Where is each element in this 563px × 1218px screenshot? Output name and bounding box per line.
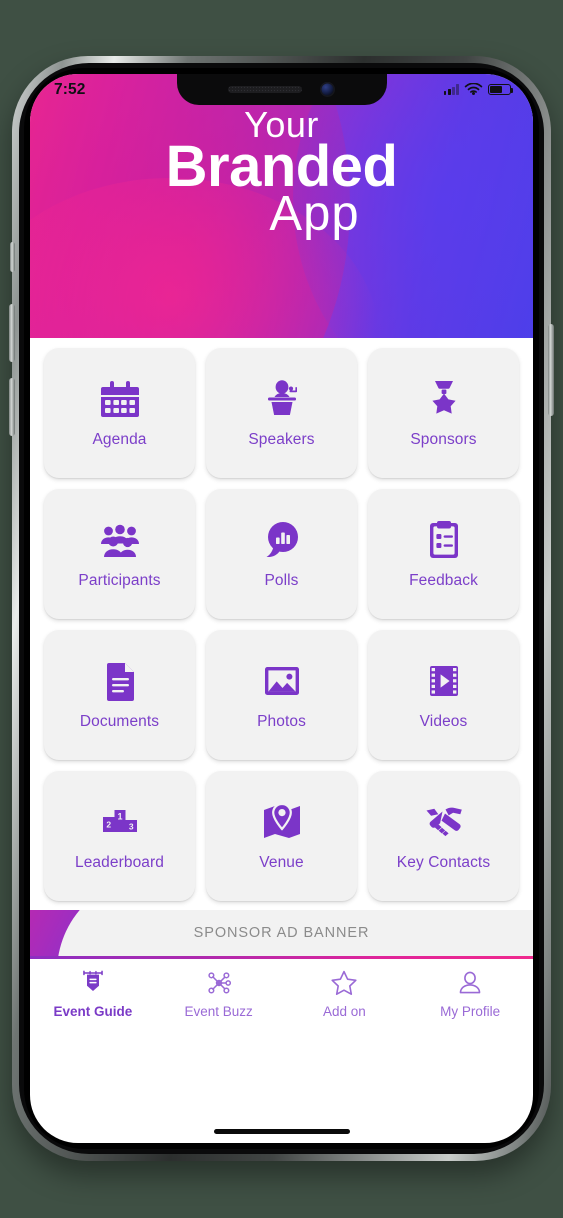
tile-sponsors[interactable]: Sponsors — [368, 348, 519, 478]
app-header-banner: Your Branded App — [30, 74, 533, 338]
silent-switch[interactable] — [10, 242, 15, 272]
status-indicators — [443, 82, 514, 97]
tab-event-guide[interactable]: Event Guide — [30, 968, 156, 1019]
tile-documents[interactable]: Documents — [44, 630, 195, 760]
tile-label: Polls — [264, 572, 299, 589]
tile-label: Feedback — [409, 572, 478, 589]
volume-down-button[interactable] — [9, 378, 15, 436]
brand-line-2: Branded — [165, 133, 398, 199]
tile-polls[interactable]: Polls — [206, 489, 357, 619]
app-brand-title: Your Branded App — [30, 107, 533, 242]
phone-screen: 7:52 Your Branded App Agenda Speakers Sp… — [30, 74, 533, 1143]
status-clock: 7:52 — [54, 80, 86, 98]
tile-participants[interactable]: Participants — [44, 489, 195, 619]
person-outline-icon — [455, 968, 485, 998]
tab-my-profile[interactable]: My Profile — [407, 968, 533, 1019]
phone-device: 7:52 Your Branded App Agenda Speakers Sp… — [9, 56, 554, 1161]
calendar-icon — [98, 377, 142, 421]
tile-agenda[interactable]: Agenda — [44, 348, 195, 478]
tab-label: Event Guide — [53, 1003, 133, 1019]
speaker-grille-icon — [228, 86, 302, 93]
tab-label: Event Buzz — [184, 1003, 253, 1019]
tile-leaderboard[interactable]: 1 2 3 Leaderboard — [44, 771, 195, 901]
tab-add-on[interactable]: Add on — [282, 968, 408, 1019]
photo-image-icon — [260, 659, 304, 703]
clipboard-checklist-icon — [422, 518, 466, 562]
menu-grid: Agenda Speakers Sponsors Participants Po… — [30, 338, 533, 901]
svg-text:3: 3 — [128, 822, 133, 832]
network-nodes-icon — [204, 968, 234, 998]
tile-label: Videos — [419, 713, 468, 730]
front-camera-icon — [320, 82, 335, 97]
people-group-icon — [98, 518, 142, 562]
tab-label: Add on — [322, 1003, 366, 1019]
banner-gradient-swoosh — [30, 910, 153, 956]
document-icon — [98, 659, 142, 703]
bottom-tab-bar: Event Guide Event Buzz Add on My Profile — [30, 958, 533, 1037]
brand-line-3: App — [269, 187, 360, 242]
star-outline-icon — [329, 968, 359, 998]
tile-key-contacts[interactable]: Key Contacts — [368, 771, 519, 901]
notch — [176, 74, 387, 105]
handshake-icon — [422, 800, 466, 844]
wifi-icon — [464, 82, 483, 95]
medal-star-icon — [422, 377, 466, 421]
podium-ranking-icon: 1 2 3 — [98, 800, 142, 844]
signal-bars-icon — [443, 84, 459, 95]
tile-venue[interactable]: Venue — [206, 771, 357, 901]
volume-up-button[interactable] — [9, 304, 15, 362]
tab-event-buzz[interactable]: Event Buzz — [156, 968, 282, 1019]
tile-label: Agenda — [92, 431, 147, 448]
tile-label: Venue — [259, 854, 304, 871]
chat-bar-chart-icon — [260, 518, 304, 562]
tile-label: Speakers — [248, 431, 315, 448]
tile-feedback[interactable]: Feedback — [368, 489, 519, 619]
svg-text:1: 1 — [117, 812, 122, 822]
tile-label: Key Contacts — [396, 854, 491, 871]
podium-speaker-icon — [260, 377, 304, 421]
power-button[interactable] — [548, 324, 554, 416]
film-play-icon — [422, 659, 466, 703]
svg-text:2: 2 — [106, 820, 111, 830]
tile-label: Photos — [257, 713, 306, 730]
tile-label: Participants — [78, 572, 161, 589]
tile-label: Documents — [79, 713, 160, 730]
sponsor-banner-text: SPONSOR AD BANNER — [193, 925, 370, 941]
sponsor-ad-banner[interactable]: SPONSOR AD BANNER — [30, 910, 533, 956]
map-pin-icon — [260, 800, 304, 844]
tab-label: My Profile — [440, 1003, 501, 1019]
banner-pennant-icon — [78, 968, 108, 998]
tile-photos[interactable]: Photos — [206, 630, 357, 760]
battery-icon — [488, 83, 514, 96]
tile-videos[interactable]: Videos — [368, 630, 519, 760]
tile-speakers[interactable]: Speakers — [206, 348, 357, 478]
home-indicator[interactable] — [213, 1128, 350, 1134]
tile-label: Sponsors — [410, 431, 477, 448]
tile-label: Leaderboard — [74, 854, 164, 871]
